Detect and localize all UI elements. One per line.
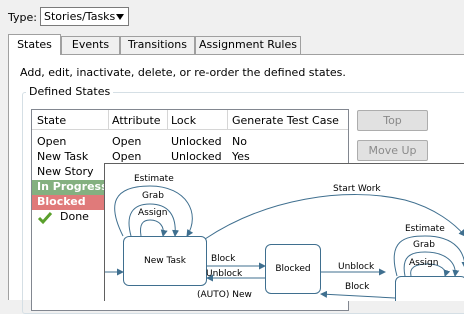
header-attribute[interactable]: Attribute bbox=[112, 114, 161, 127]
label-block-1: Block bbox=[211, 254, 236, 264]
edge-block-2 bbox=[320, 290, 396, 299]
cell-generate-test-case: No bbox=[232, 135, 247, 148]
type-dropdown[interactable]: Stories/Tasks bbox=[40, 7, 129, 26]
label-assign-right: Assign bbox=[409, 258, 439, 268]
node-new-task[interactable]: New Task bbox=[123, 236, 207, 286]
table-row[interactable]: Open Open Unlocked No bbox=[32, 135, 348, 150]
cell-lock: Unlocked bbox=[171, 150, 222, 163]
type-label: Type: bbox=[8, 11, 37, 24]
label-start-work: Start Work bbox=[333, 184, 381, 194]
label-estimate-right: Estimate bbox=[405, 224, 445, 234]
cell-attribute: Open bbox=[112, 135, 142, 148]
chevron-down-icon bbox=[116, 14, 124, 20]
cell-attribute: Open bbox=[112, 150, 142, 163]
tab-events[interactable]: Events bbox=[61, 36, 120, 54]
header-generate-test-case[interactable]: Generate Test Case bbox=[232, 114, 339, 127]
label-estimate-left: Estimate bbox=[134, 174, 174, 184]
header-divider[interactable] bbox=[167, 110, 168, 129]
table-header: State Attribute Lock Generate Test Case bbox=[32, 110, 348, 130]
tab-transitions[interactable]: Transitions bbox=[120, 36, 195, 54]
header-divider[interactable] bbox=[227, 110, 228, 129]
type-dropdown-value: Stories/Tasks bbox=[44, 10, 116, 23]
label-unblock-2: Unblock bbox=[338, 262, 375, 272]
group-title: Defined States bbox=[26, 85, 114, 98]
label-assign-left: Assign bbox=[138, 208, 168, 218]
label-grab-left: Grab bbox=[142, 191, 164, 201]
state-diagram: New Task Blocked Estimate Grab Assign St… bbox=[104, 163, 464, 301]
checkmark-icon bbox=[37, 212, 53, 225]
tab-assignment-rules[interactable]: Assignment Rules bbox=[195, 36, 301, 54]
label-unblock-1: Unblock bbox=[206, 269, 243, 279]
cell-generate-test-case: Yes bbox=[232, 150, 250, 163]
label-grab-right: Grab bbox=[413, 240, 435, 250]
cell-state: New Story bbox=[37, 165, 94, 178]
header-divider[interactable] bbox=[108, 110, 109, 129]
node-blocked[interactable]: Blocked bbox=[265, 244, 321, 294]
tab-states[interactable]: States bbox=[8, 34, 61, 55]
header-state[interactable]: State bbox=[37, 114, 66, 127]
cell-state: Blocked bbox=[37, 195, 86, 208]
node-right-state[interactable] bbox=[395, 276, 464, 301]
cell-state: Open bbox=[37, 135, 67, 148]
edge-assign-left bbox=[140, 219, 168, 237]
cell-state: New Task bbox=[37, 150, 89, 163]
cell-lock: Unlocked bbox=[171, 135, 222, 148]
description-text: Add, edit, inactivate, delete, or re-ord… bbox=[20, 66, 346, 79]
move-up-button[interactable]: Move Up bbox=[357, 140, 428, 161]
top-button[interactable]: Top bbox=[357, 110, 428, 131]
label-auto-new: (AUTO) New bbox=[197, 290, 252, 300]
label-block-2: Block bbox=[345, 282, 370, 292]
header-lock[interactable]: Lock bbox=[171, 114, 196, 127]
cell-state: Done bbox=[60, 210, 89, 223]
cell-state: In Progress bbox=[37, 180, 108, 193]
